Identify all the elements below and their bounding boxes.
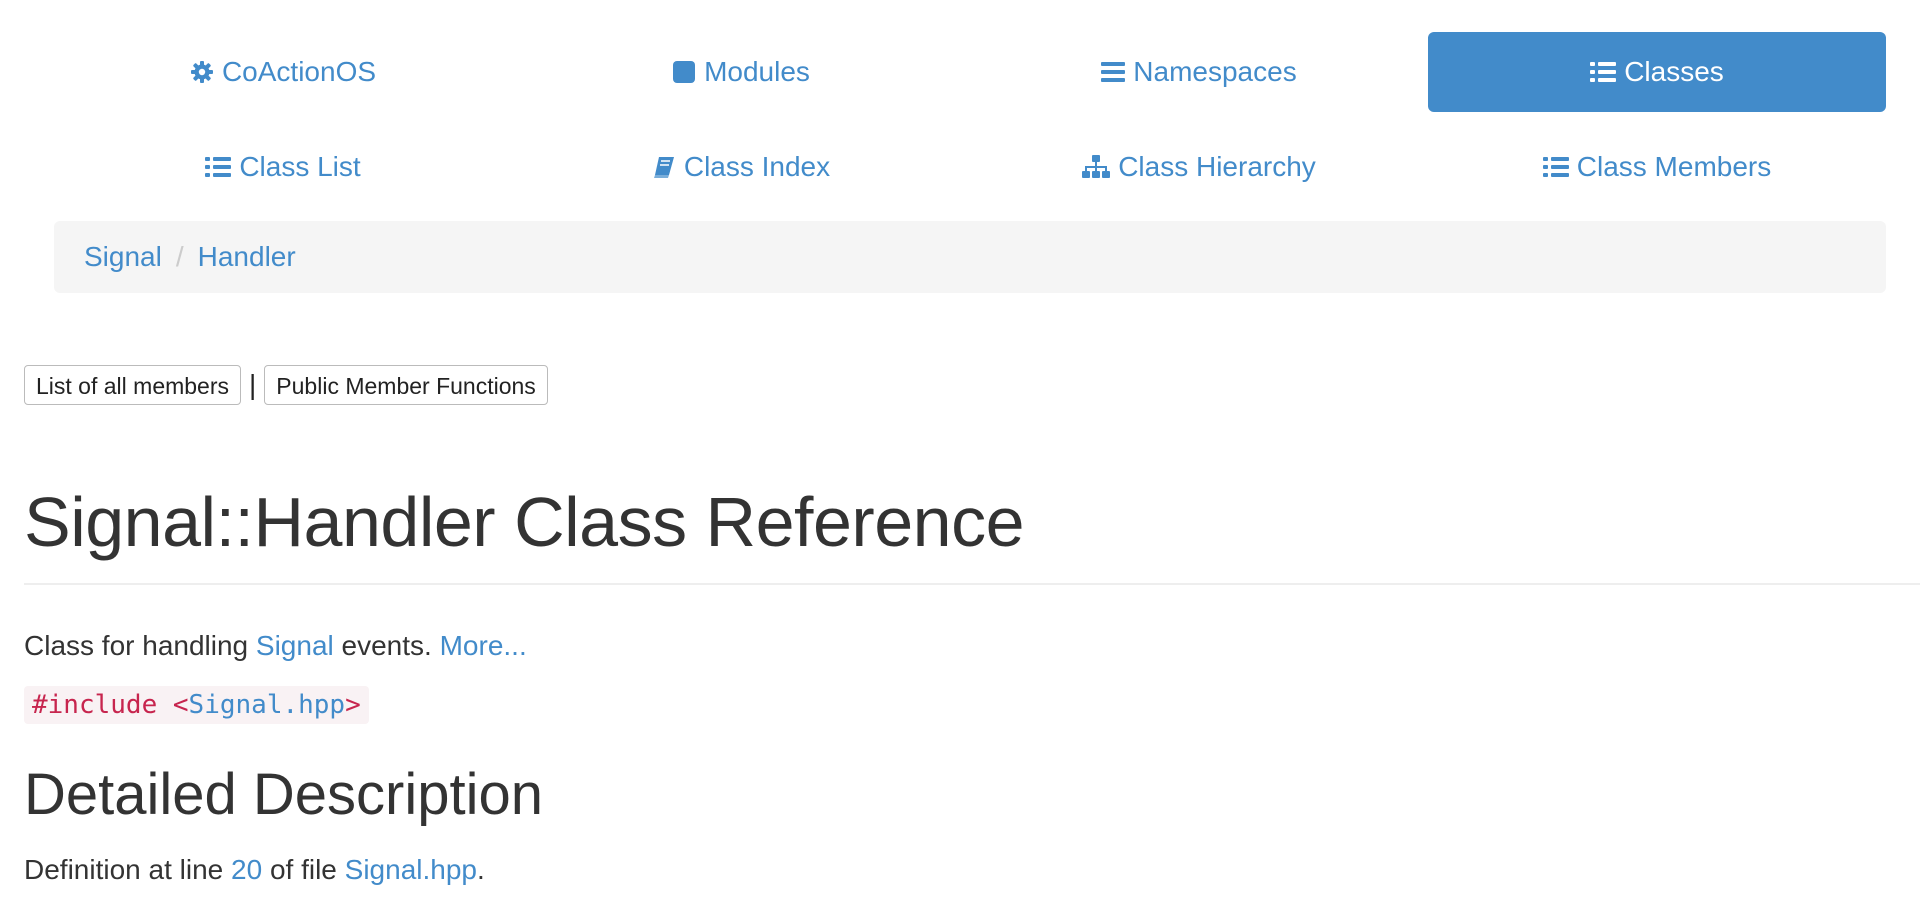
list-icon	[1590, 61, 1617, 83]
gear-icon	[190, 60, 214, 84]
nav-class-index[interactable]: Class Index	[512, 130, 970, 204]
primary-nav: CoActionOS Modules Namespaces Classes	[54, 32, 1886, 112]
secondary-nav: Class List Class Index Class Hierarchy C…	[54, 130, 1886, 204]
definition-suffix: .	[477, 854, 485, 885]
include-directive: #include <Signal.hpp>	[24, 686, 369, 724]
brief-description: Class for handling Signal events. More..…	[24, 628, 527, 664]
book-icon	[652, 155, 676, 179]
nav-modules[interactable]: Modules	[512, 32, 970, 112]
breadcrumb-separator: /	[175, 241, 184, 272]
breadcrumb: Signal / Handler	[54, 221, 1886, 293]
definition-line-link[interactable]: 20	[231, 854, 262, 885]
nav-coactionos[interactable]: CoActionOS	[54, 32, 512, 112]
nav-modules-label: Modules	[704, 56, 810, 87]
title-divider	[24, 583, 1920, 585]
brief-prefix: Class for handling	[24, 630, 256, 661]
definition-line: Definition at line 20 of file Signal.hpp…	[24, 852, 485, 888]
nav-namespaces-label: Namespaces	[1133, 56, 1297, 87]
nav-class-hierarchy-label: Class Hierarchy	[1118, 151, 1316, 182]
definition-file-link[interactable]: Signal.hpp	[345, 854, 477, 885]
nav-classes-label: Classes	[1624, 56, 1724, 87]
nav-class-list-label: Class List	[239, 151, 361, 182]
sitemap-icon	[1082, 155, 1111, 179]
summary-separator: |	[249, 369, 257, 400]
list-icon	[205, 156, 232, 178]
include-file-link[interactable]: Signal.hpp	[189, 690, 346, 720]
nav-namespaces[interactable]: Namespaces	[970, 32, 1428, 112]
nav-classes[interactable]: Classes	[1428, 32, 1886, 112]
brief-signal-link[interactable]: Signal	[256, 630, 334, 661]
include-keyword: #include <	[32, 690, 189, 720]
list-icon	[1542, 156, 1569, 178]
include-close: >	[345, 690, 361, 720]
brief-suffix: events.	[333, 630, 440, 661]
square-icon	[672, 60, 696, 84]
list-all-members-button[interactable]: List of all members	[24, 365, 242, 405]
bars-icon	[1101, 61, 1126, 83]
more-link[interactable]: More...	[440, 630, 527, 661]
definition-prefix: Definition at line	[24, 854, 232, 885]
nav-class-members[interactable]: Class Members	[1428, 130, 1886, 204]
nav-class-hierarchy[interactable]: Class Hierarchy	[970, 130, 1428, 204]
detailed-description-heading: Detailed Description	[24, 762, 544, 827]
breadcrumb-item-handler[interactable]: Handler	[198, 241, 296, 273]
nav-class-members-label: Class Members	[1576, 151, 1772, 182]
breadcrumb-item-signal[interactable]: Signal	[84, 241, 162, 273]
public-member-functions-button[interactable]: Public Member Functions	[264, 365, 548, 405]
summary-links: List of all members | Public Member Func…	[24, 364, 548, 406]
page-title: Signal::Handler Class Reference	[24, 483, 1025, 561]
nav-class-list[interactable]: Class List	[54, 130, 512, 204]
nav-class-index-label: Class Index	[683, 151, 831, 182]
definition-middle: of file	[262, 854, 345, 885]
nav-coactionos-label: CoActionOS	[221, 56, 377, 87]
